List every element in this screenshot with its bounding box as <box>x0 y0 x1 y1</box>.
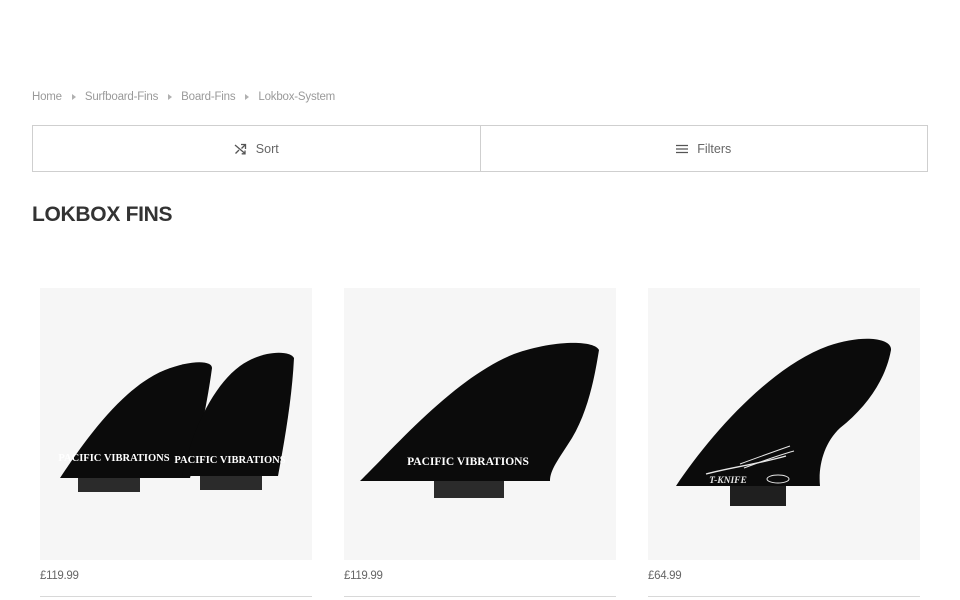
filters-label: Filters <box>697 141 732 156</box>
fin-logo: PACIFIC VIBRATIONS <box>174 455 285 466</box>
page-title: LOKBOX FINS <box>32 203 173 226</box>
sort-label: Sort <box>255 141 279 156</box>
product-card: T-KNIFE £64.99 <box>648 288 920 582</box>
breadcrumb: Home Surfboard-Fins Board-Fins Lokbox-Sy… <box>32 91 335 103</box>
product-price: £64.99 <box>648 570 682 582</box>
keel-fin-image: PACIFIC VIBRATIONS <box>360 342 599 498</box>
breadcrumb-home[interactable]: Home <box>32 91 62 103</box>
product-image[interactable]: PACIFIC VIBRATIONS PACIFIC VIBRATIONS <box>40 288 312 560</box>
fin-logo: PACIFIC VIBRATIONS <box>58 453 169 464</box>
product-card: PACIFIC VIBRATIONS PACIFIC VIBRATIONS £1… <box>40 288 312 582</box>
breadcrumb-surfboard-fins[interactable]: Surfboard-Fins <box>85 91 158 103</box>
divider <box>648 596 920 597</box>
fin-logo: T-KNIFE <box>709 476 747 486</box>
divider <box>40 596 312 597</box>
product-image[interactable]: PACIFIC VIBRATIONS <box>344 288 616 560</box>
menu-lines-icon <box>676 144 689 154</box>
breadcrumb-arrow-icon <box>71 94 76 100</box>
product-image[interactable]: T-KNIFE <box>648 288 920 560</box>
divider <box>344 596 616 597</box>
sort-button[interactable]: Sort <box>33 126 480 171</box>
fin-winged-logo-image: T-KNIFE <box>676 338 892 506</box>
twin-fins-image: PACIFIC VIBRATIONS PACIFIC VIBRATIONS <box>58 352 294 492</box>
filters-button[interactable]: Filters <box>479 126 928 171</box>
breadcrumb-lokbox-system: Lokbox-System <box>258 91 336 103</box>
sort-filter-toolbar: Sort Filters <box>32 125 928 172</box>
breadcrumb-arrow-icon <box>168 94 173 100</box>
breadcrumb-arrow-icon <box>245 94 250 100</box>
product-card: PACIFIC VIBRATIONS £119.99 <box>344 288 616 582</box>
product-price: £119.99 <box>344 570 383 582</box>
shuffle-icon <box>234 143 247 155</box>
fin-logo: PACIFIC VIBRATIONS <box>407 456 529 468</box>
breadcrumb-board-fins[interactable]: Board-Fins <box>181 91 235 103</box>
product-price: £119.99 <box>40 570 79 582</box>
